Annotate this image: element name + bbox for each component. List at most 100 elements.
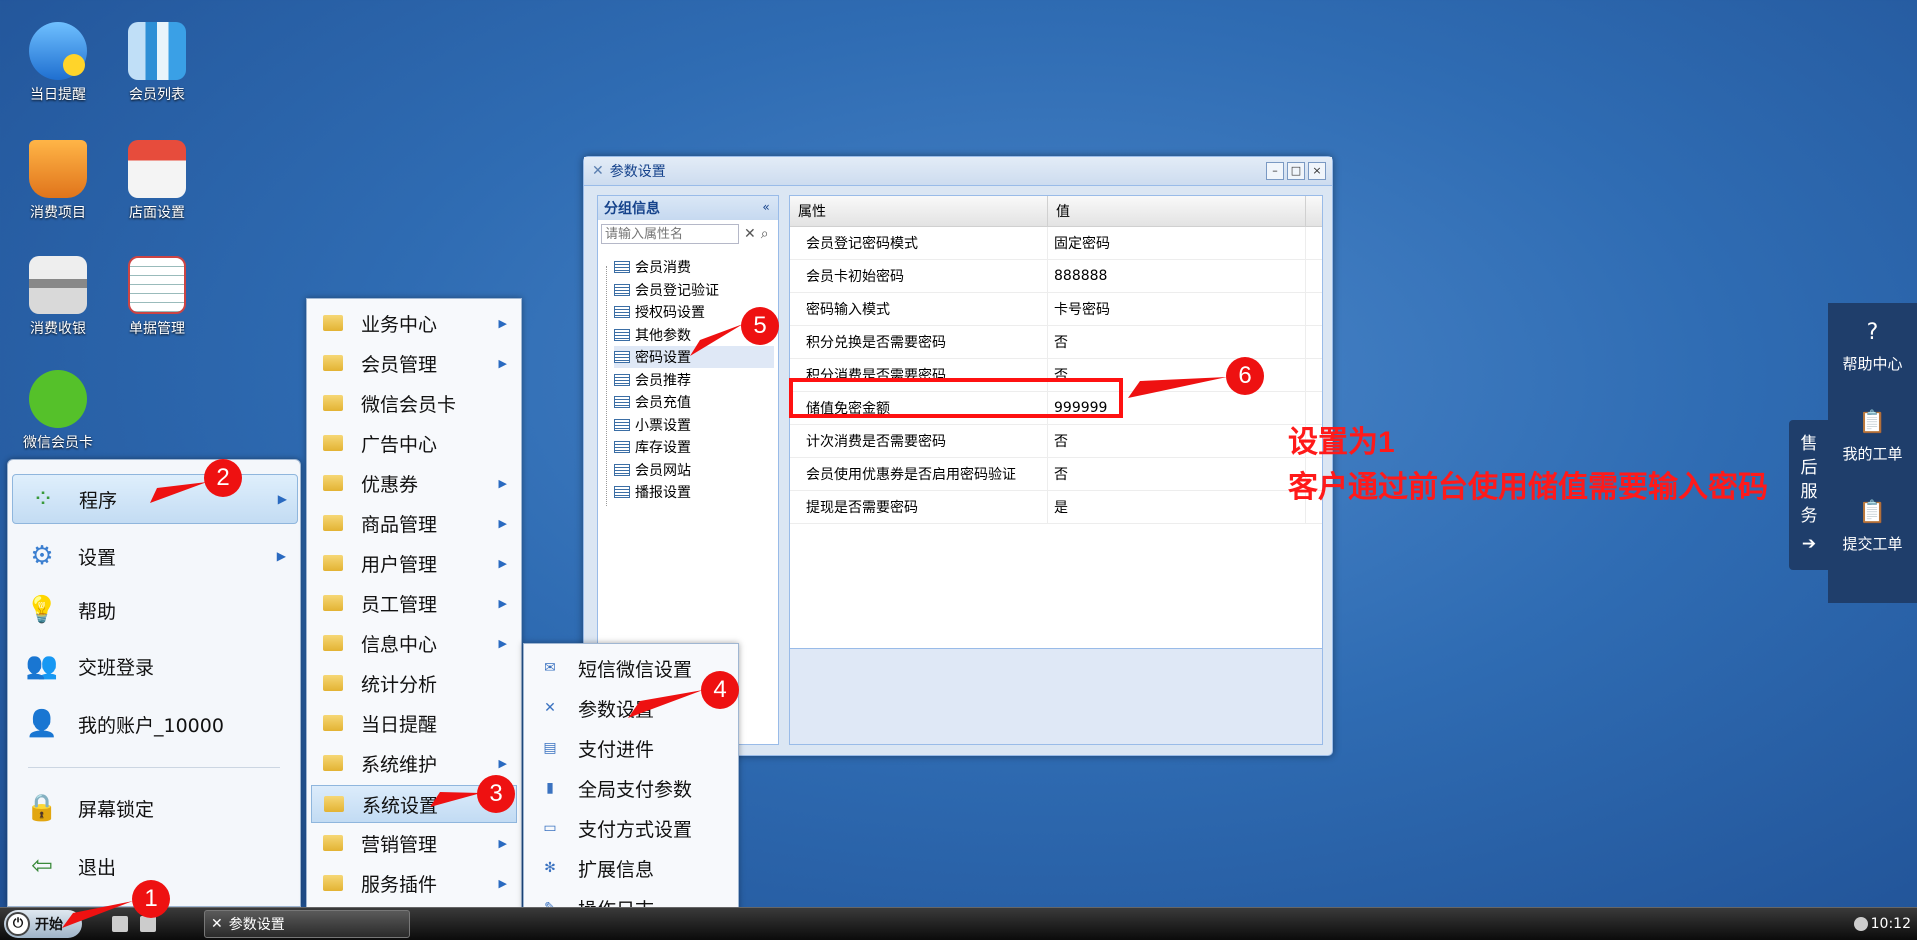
desktop-icon-reminder[interactable]: 当日提醒 bbox=[10, 22, 106, 104]
tree-item[interactable]: 播报设置 bbox=[614, 481, 774, 503]
desktop-icon-cashier[interactable]: 消费收银 bbox=[10, 256, 106, 338]
tree-item[interactable]: 密码设置 bbox=[614, 346, 774, 368]
programs-menu-item[interactable]: 当日提醒 bbox=[311, 705, 517, 741]
power-icon: ⏻ bbox=[6, 912, 30, 936]
column-header-property[interactable]: 属性 bbox=[790, 196, 1048, 226]
list-icon bbox=[614, 328, 630, 341]
quick-launch-icon-2[interactable] bbox=[140, 916, 156, 932]
start-menu-my-account[interactable]: 👤 我的账户_10000 bbox=[12, 700, 296, 748]
property-search-input[interactable] bbox=[601, 224, 739, 244]
table-row[interactable]: 提现是否需要密码是 bbox=[790, 491, 1322, 524]
settings-menu-item[interactable]: ▤ 支付进件 bbox=[528, 730, 734, 766]
tree-item[interactable]: 小票设置 bbox=[614, 414, 774, 436]
programs-menu-item[interactable]: 系统维护 ▶ bbox=[311, 745, 517, 781]
desktop-icon-wechat-card[interactable]: 微信会员卡 bbox=[10, 370, 106, 452]
clear-icon[interactable]: ✕ bbox=[744, 226, 756, 242]
programs-menu-item[interactable]: 员工管理 ▶ bbox=[311, 585, 517, 621]
programs-menu-item[interactable]: 业务中心 ▶ bbox=[311, 305, 517, 341]
settings-menu-item[interactable]: ▭ 支付方式设置 bbox=[528, 810, 734, 846]
tree-item[interactable]: 会员网站 bbox=[614, 459, 774, 481]
programs-menu-item[interactable]: 营销管理 ▶ bbox=[311, 825, 517, 861]
start-menu-programs[interactable]: ⁘ 程序 ▶ bbox=[12, 474, 298, 524]
help-center-button[interactable]: ? 帮助中心 bbox=[1828, 317, 1917, 374]
list-icon bbox=[614, 306, 630, 318]
programs-menu-item[interactable]: 用户管理 ▶ bbox=[311, 545, 517, 581]
support-panel: ? 帮助中心 📋 我的工单 📋 提交工单 bbox=[1828, 303, 1917, 603]
start-button[interactable]: ⏻ 开始 bbox=[4, 910, 82, 938]
tools-icon: ✕ bbox=[544, 700, 556, 716]
taskbar-item-parameter-settings[interactable]: ✕ 参数设置 bbox=[204, 910, 410, 938]
marker-3: 3 bbox=[477, 775, 515, 813]
start-menu-lock-screen[interactable]: 🔒 屏幕锁定 bbox=[12, 784, 296, 832]
value-cell[interactable]: 固定密码 bbox=[1048, 227, 1306, 259]
clock-icon bbox=[1853, 917, 1868, 931]
my-tickets-button[interactable]: 📋 我的工单 bbox=[1828, 407, 1917, 464]
value-cell[interactable]: 888888 bbox=[1048, 260, 1306, 292]
tree-item[interactable]: 会员充值 bbox=[614, 391, 774, 413]
clock: 10:12 bbox=[1853, 916, 1911, 932]
table-row[interactable]: 积分兑换是否需要密码否 bbox=[790, 326, 1322, 359]
programs-menu-item[interactable]: 服务插件 ▶ bbox=[311, 865, 517, 901]
tree-item[interactable]: 会员消费 bbox=[614, 256, 774, 278]
programs-menu-item[interactable]: 信息中心 ▶ bbox=[311, 625, 517, 661]
window-titlebar[interactable]: ✕ 参数设置 bbox=[584, 157, 1332, 186]
value-cell[interactable]: 是 bbox=[1048, 491, 1306, 523]
table-row[interactable]: 密码输入模式 卡号密码 bbox=[790, 293, 1322, 326]
start-menu-help[interactable]: 💡 帮助 bbox=[12, 586, 296, 634]
question-icon: ? bbox=[1866, 319, 1879, 345]
desktop-icon-documents[interactable]: 单据管理 bbox=[109, 256, 205, 338]
tree-item[interactable]: 库存设置 bbox=[614, 436, 774, 458]
table-row[interactable]: 计次消费是否需要密码否 bbox=[790, 425, 1322, 458]
after-sales-tab[interactable]: 售后服务 ➔ bbox=[1789, 420, 1829, 570]
value-cell[interactable]: 卡号密码 bbox=[1048, 293, 1306, 325]
desktop-icon-consume-items[interactable]: 消费项目 bbox=[10, 140, 106, 222]
close-button[interactable]: × bbox=[1308, 162, 1326, 180]
desktop-icon-member-list[interactable]: 会员列表 bbox=[109, 22, 205, 104]
tree-item[interactable]: 会员推荐 bbox=[614, 369, 774, 391]
folder-icon bbox=[323, 435, 343, 451]
programs-menu-item[interactable]: 优惠券 ▶ bbox=[311, 465, 517, 501]
minimize-button[interactable]: – bbox=[1266, 162, 1284, 180]
programs-menu-item[interactable]: 统计分析 bbox=[311, 665, 517, 701]
column-header-value[interactable]: 值 bbox=[1048, 196, 1306, 226]
programs-menu-item[interactable]: 微信会员卡 bbox=[311, 385, 517, 421]
folder-icon bbox=[323, 595, 343, 611]
user-icon: 👤 bbox=[25, 709, 59, 739]
collapse-icon[interactable]: « bbox=[758, 200, 774, 216]
settings-menu-item[interactable]: ✻ 扩展信息 bbox=[528, 850, 734, 886]
maximize-button[interactable]: □ bbox=[1287, 162, 1305, 180]
start-menu-shift-login[interactable]: 👥 交班登录 bbox=[12, 642, 296, 690]
chevron-right-icon: ▶ bbox=[498, 516, 507, 530]
folder-icon bbox=[323, 715, 343, 731]
chevron-right-icon: ▶ bbox=[498, 596, 507, 610]
card-icon: ▭ bbox=[543, 820, 557, 836]
chevron-right-icon: ▶ bbox=[498, 836, 507, 850]
submit-ticket-button[interactable]: 📋 提交工单 bbox=[1828, 497, 1917, 554]
sms-icon: ✉ bbox=[544, 660, 556, 676]
value-cell[interactable]: 否 bbox=[1048, 425, 1306, 457]
arrow-right-icon: ➔ bbox=[1801, 534, 1817, 554]
settings-menu-item[interactable]: ▮ 全局支付参数 bbox=[528, 770, 734, 806]
value-cell[interactable]: 否 bbox=[1048, 326, 1306, 358]
lock-icon: 🔒 bbox=[25, 793, 59, 823]
folder-icon bbox=[323, 755, 343, 771]
folder-icon bbox=[323, 515, 343, 531]
value-cell[interactable]: 否 bbox=[1048, 458, 1306, 490]
property-cell: 会员使用优惠券是否启用密码验证 bbox=[790, 458, 1048, 490]
start-menu-settings[interactable]: ⚙ 设置 ▶ bbox=[12, 532, 296, 580]
programs-menu-item[interactable]: 广告中心 bbox=[311, 425, 517, 461]
table-row[interactable]: 会员卡初始密码 888888 bbox=[790, 260, 1322, 293]
programs-menu-item[interactable]: 商品管理 ▶ bbox=[311, 505, 517, 541]
quick-launch-icon-1[interactable] bbox=[112, 916, 128, 932]
table-row[interactable]: 会员使用优惠券是否启用密码验证否 bbox=[790, 458, 1322, 491]
table-row[interactable]: 会员登记密码模式 固定密码 bbox=[790, 227, 1322, 260]
clipboard-icon: 📋 bbox=[1858, 409, 1887, 435]
chevron-right-icon: ▶ bbox=[498, 476, 507, 490]
tree-item[interactable]: 会员登记验证 bbox=[614, 279, 774, 301]
extension-icon: ✻ bbox=[544, 860, 556, 876]
highlight-box bbox=[789, 378, 1123, 418]
desktop-icon-shop-settings[interactable]: 店面设置 bbox=[109, 140, 205, 222]
chevron-right-icon: ▶ bbox=[498, 556, 507, 570]
programs-menu-item[interactable]: 会员管理 ▶ bbox=[311, 345, 517, 381]
search-icon[interactable]: ⌕ bbox=[761, 226, 769, 242]
